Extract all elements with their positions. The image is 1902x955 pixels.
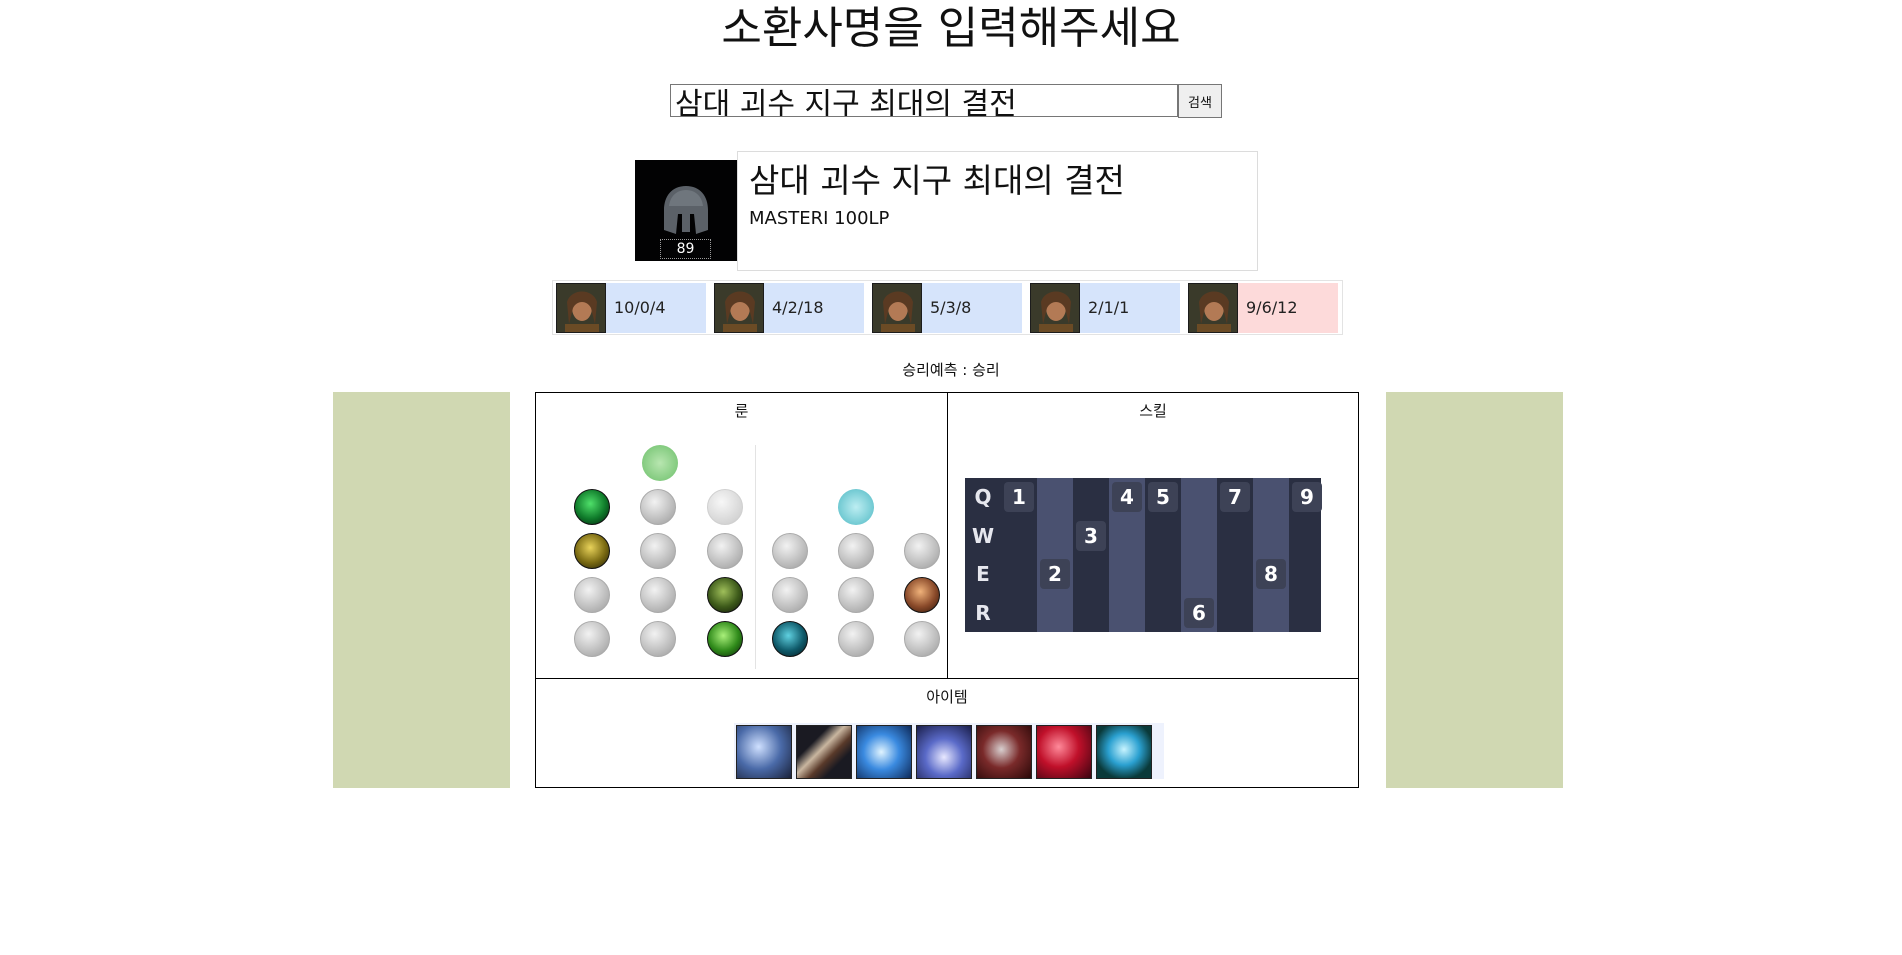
spiked-boots-item-icon[interactable]: [916, 725, 972, 779]
champion-portrait-icon: [714, 283, 764, 333]
rune-keystone-selected[interactable]: [574, 489, 610, 525]
skill-level-marker: 4: [1112, 482, 1142, 512]
skill-key-q: Q: [974, 485, 992, 509]
rune-option[interactable]: [838, 533, 874, 569]
red-gauntlet-item-icon[interactable]: [976, 725, 1032, 779]
rune-option[interactable]: [707, 533, 743, 569]
match-item[interactable]: 10/0/4: [556, 283, 706, 333]
skill-order-table: QWER 1 2345 6 7 8 9: [965, 478, 1322, 632]
rune-option[interactable]: [574, 621, 610, 657]
ruby-crystal-item-icon[interactable]: [1036, 725, 1092, 779]
rune-option[interactable]: [640, 489, 676, 525]
summoner-search-input[interactable]: [670, 84, 1178, 117]
skill-key-e: E: [976, 562, 990, 586]
page-title: 소환사명을 입력해주세요: [721, 3, 1181, 54]
item-title: 아이템: [926, 688, 968, 706]
skill-level-marker: 5: [1148, 482, 1178, 512]
item-list: [734, 723, 1164, 779]
sorcery-tree-icon: [838, 489, 874, 525]
skill-section: 스킬 QWER 1 2345 6 7 8 9: [948, 393, 1358, 679]
champion-portrait-icon: [1030, 283, 1080, 333]
rune-option[interactable]: [640, 533, 676, 569]
rune-option[interactable]: [904, 621, 940, 657]
skill-level-marker: 9: [1292, 482, 1322, 512]
rune-title: 룬: [734, 402, 749, 420]
search-button[interactable]: 검색: [1178, 84, 1222, 118]
win-prediction: 승리예측 : 승리: [902, 361, 1000, 379]
build-panel: 룬 스킬 QWER 1 2345 6 7 8 9 아이템: [535, 392, 1359, 788]
champion-portrait-icon: [872, 283, 922, 333]
match-kda: 4/2/18: [772, 298, 824, 317]
rune-selected[interactable]: [772, 621, 808, 657]
skill-level-marker: 6: [1184, 597, 1214, 628]
skill-key-r: R: [975, 600, 991, 625]
rune-section: 룬: [536, 393, 948, 679]
champion-portrait-icon: [1188, 283, 1238, 333]
frost-armor-item-icon[interactable]: [736, 725, 792, 779]
rune-selected[interactable]: [707, 577, 743, 613]
rune-option[interactable]: [838, 621, 874, 657]
right-side-panel: [1386, 392, 1563, 788]
match-item[interactable]: 2/1/1: [1030, 283, 1180, 333]
rune-selected[interactable]: [904, 577, 940, 613]
rune-selected[interactable]: [574, 533, 610, 569]
skill-level-marker: 1: [1004, 482, 1034, 512]
rune-option[interactable]: [904, 533, 940, 569]
skill-level-marker: 8: [1256, 559, 1286, 589]
resolve-tree-icon: [642, 445, 678, 481]
dark-sword-item-icon[interactable]: [796, 725, 852, 779]
ice-crystal-item-icon[interactable]: [856, 725, 912, 779]
spartan-helmet-icon: [664, 186, 708, 234]
skill-level-marker: 7: [1220, 482, 1250, 512]
match-kda: 2/1/1: [1088, 298, 1130, 317]
rune-option[interactable]: [838, 577, 874, 613]
rune-option[interactable]: [640, 621, 676, 657]
skill-level-marker: 3: [1076, 520, 1106, 551]
skill-level-marker: 2: [1040, 559, 1070, 589]
level-badge: 89: [660, 239, 711, 259]
match-item[interactable]: 9/6/12: [1188, 283, 1338, 333]
rune-option[interactable]: [640, 577, 676, 613]
rune-option[interactable]: [707, 489, 743, 525]
left-side-panel: [333, 392, 510, 788]
skill-level-column: [1073, 478, 1109, 632]
blue-orb-item-icon[interactable]: [1096, 725, 1152, 779]
match-item[interactable]: 5/3/8: [872, 283, 1022, 333]
summoner-name: 삼대 괴수 지구 최대의 결전: [749, 161, 1125, 200]
match-history: 10/0/4 4/2/18 5/3/8 2/1/1 9/6/12: [552, 280, 1343, 335]
rune-option[interactable]: [772, 577, 808, 613]
skill-level-column: [1253, 478, 1289, 632]
rune-option[interactable]: [772, 533, 808, 569]
profile-card: 삼대 괴수 지구 최대의 결전 MASTERI 100LP: [737, 151, 1258, 271]
item-section: 아이템: [536, 679, 1358, 787]
rune-divider: [755, 445, 756, 669]
profile-icon: 89: [635, 160, 737, 261]
summoner-rank: MASTERI 100LP: [749, 208, 890, 229]
match-kda: 10/0/4: [614, 298, 666, 317]
rune-option[interactable]: [574, 577, 610, 613]
match-kda: 9/6/12: [1246, 298, 1298, 317]
match-kda: 5/3/8: [930, 298, 972, 317]
rune-selected[interactable]: [707, 621, 743, 657]
skill-level-column: [1037, 478, 1073, 632]
match-item[interactable]: 4/2/18: [714, 283, 864, 333]
champion-portrait-icon: [556, 283, 606, 333]
skill-key-w: W: [971, 523, 995, 548]
skill-title: 스킬: [1139, 402, 1167, 420]
